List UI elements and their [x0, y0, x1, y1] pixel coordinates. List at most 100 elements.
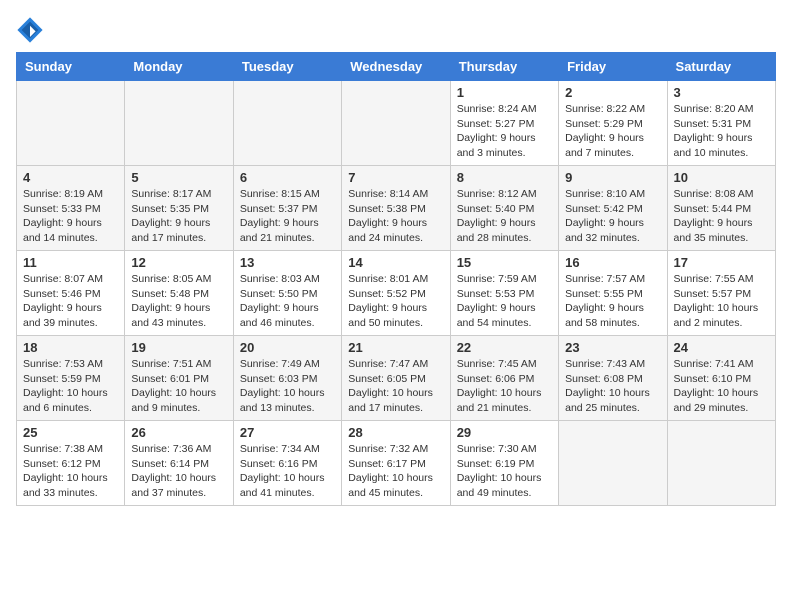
- calendar-cell: 3 Sunrise: 8:20 AM Sunset: 5:31 PM Daylig…: [667, 81, 775, 166]
- day-number: 7: [348, 170, 443, 185]
- day-number: 23: [565, 340, 660, 355]
- day-info: Sunrise: 8:20 AM Sunset: 5:31 PM Dayligh…: [674, 102, 769, 161]
- day-info: Sunrise: 7:47 AM Sunset: 6:05 PM Dayligh…: [348, 357, 443, 416]
- day-number: 18: [23, 340, 118, 355]
- calendar-cell: 5 Sunrise: 8:17 AM Sunset: 5:35 PM Daylig…: [125, 166, 233, 251]
- day-info: Sunrise: 7:55 AM Sunset: 5:57 PM Dayligh…: [674, 272, 769, 331]
- day-number: 3: [674, 85, 769, 100]
- header-saturday: Saturday: [667, 53, 775, 81]
- header-friday: Friday: [559, 53, 667, 81]
- day-info: Sunrise: 7:38 AM Sunset: 6:12 PM Dayligh…: [23, 442, 118, 501]
- calendar-cell: [342, 81, 450, 166]
- day-info: Sunrise: 7:43 AM Sunset: 6:08 PM Dayligh…: [565, 357, 660, 416]
- calendar-cell: 9 Sunrise: 8:10 AM Sunset: 5:42 PM Daylig…: [559, 166, 667, 251]
- calendar-cell: 27 Sunrise: 7:34 AM Sunset: 6:16 PM Dayli…: [233, 421, 341, 506]
- calendar-cell: 22 Sunrise: 7:45 AM Sunset: 6:06 PM Dayli…: [450, 336, 558, 421]
- day-number: 21: [348, 340, 443, 355]
- calendar-cell: 19 Sunrise: 7:51 AM Sunset: 6:01 PM Dayli…: [125, 336, 233, 421]
- calendar-week-row: 11 Sunrise: 8:07 AM Sunset: 5:46 PM Dayli…: [17, 251, 776, 336]
- calendar-week-row: 4Sunrise: 8:19 AM Sunset: 5:33 PM Daylig…: [17, 166, 776, 251]
- day-number: 10: [674, 170, 769, 185]
- header-wednesday: Wednesday: [342, 53, 450, 81]
- day-info: Sunrise: 8:22 AM Sunset: 5:29 PM Dayligh…: [565, 102, 660, 161]
- day-info: Sunrise: 8:15 AM Sunset: 5:37 PM Dayligh…: [240, 187, 335, 246]
- calendar-cell: 25 Sunrise: 7:38 AM Sunset: 6:12 PM Dayli…: [17, 421, 125, 506]
- day-number: 5: [131, 170, 226, 185]
- day-number: 19: [131, 340, 226, 355]
- day-info: Sunrise: 7:51 AM Sunset: 6:01 PM Dayligh…: [131, 357, 226, 416]
- day-number: 17: [674, 255, 769, 270]
- calendar-cell: [233, 81, 341, 166]
- day-info: Sunrise: 7:34 AM Sunset: 6:16 PM Dayligh…: [240, 442, 335, 501]
- day-number: 13: [240, 255, 335, 270]
- calendar-cell: 15Sunrise: 7:59 AM Sunset: 5:53 PM Dayli…: [450, 251, 558, 336]
- day-number: 11: [23, 255, 118, 270]
- calendar-cell: 13 Sunrise: 8:03 AM Sunset: 5:50 PM Dayli…: [233, 251, 341, 336]
- day-number: 20: [240, 340, 335, 355]
- day-info: Sunrise: 8:17 AM Sunset: 5:35 PM Dayligh…: [131, 187, 226, 246]
- calendar-week-row: 18 Sunrise: 7:53 AM Sunset: 5:59 PM Dayli…: [17, 336, 776, 421]
- day-number: 26: [131, 425, 226, 440]
- day-number: 24: [674, 340, 769, 355]
- calendar-cell: 2 Sunrise: 8:22 AM Sunset: 5:29 PM Daylig…: [559, 81, 667, 166]
- day-info: Sunrise: 7:36 AM Sunset: 6:14 PM Dayligh…: [131, 442, 226, 501]
- day-number: 22: [457, 340, 552, 355]
- day-info: Sunrise: 7:32 AM Sunset: 6:17 PM Dayligh…: [348, 442, 443, 501]
- day-info: Sunrise: 8:24 AM Sunset: 5:27 PM Dayligh…: [457, 102, 552, 161]
- calendar-cell: [559, 421, 667, 506]
- calendar-week-row: 25 Sunrise: 7:38 AM Sunset: 6:12 PM Dayli…: [17, 421, 776, 506]
- logo-icon: [16, 16, 44, 44]
- calendar-table: SundayMondayTuesdayWednesdayThursdayFrid…: [16, 52, 776, 506]
- calendar-cell: 29 Sunrise: 7:30 AM Sunset: 6:19 PM Dayli…: [450, 421, 558, 506]
- header-sunday: Sunday: [17, 53, 125, 81]
- day-number: 16: [565, 255, 660, 270]
- calendar-header-row: SundayMondayTuesdayWednesdayThursdayFrid…: [17, 53, 776, 81]
- day-number: 25: [23, 425, 118, 440]
- day-info: Sunrise: 7:41 AM Sunset: 6:10 PM Dayligh…: [674, 357, 769, 416]
- day-number: 15: [457, 255, 552, 270]
- day-number: 29: [457, 425, 552, 440]
- day-info: Sunrise: 7:45 AM Sunset: 6:06 PM Dayligh…: [457, 357, 552, 416]
- day-info: Sunrise: 7:53 AM Sunset: 5:59 PM Dayligh…: [23, 357, 118, 416]
- calendar-cell: 12Sunrise: 8:05 AM Sunset: 5:48 PM Dayli…: [125, 251, 233, 336]
- calendar-cell: [125, 81, 233, 166]
- calendar-cell: [667, 421, 775, 506]
- calendar-cell: 7 Sunrise: 8:14 AM Sunset: 5:38 PM Daylig…: [342, 166, 450, 251]
- day-number: 4: [23, 170, 118, 185]
- header-monday: Monday: [125, 53, 233, 81]
- day-number: 14: [348, 255, 443, 270]
- calendar-cell: 17 Sunrise: 7:55 AM Sunset: 5:57 PM Dayli…: [667, 251, 775, 336]
- day-info: Sunrise: 8:14 AM Sunset: 5:38 PM Dayligh…: [348, 187, 443, 246]
- calendar-cell: 20 Sunrise: 7:49 AM Sunset: 6:03 PM Dayli…: [233, 336, 341, 421]
- calendar-cell: 18 Sunrise: 7:53 AM Sunset: 5:59 PM Dayli…: [17, 336, 125, 421]
- day-info: Sunrise: 8:08 AM Sunset: 5:44 PM Dayligh…: [674, 187, 769, 246]
- day-info: Sunrise: 8:10 AM Sunset: 5:42 PM Dayligh…: [565, 187, 660, 246]
- day-number: 27: [240, 425, 335, 440]
- calendar-cell: 8 Sunrise: 8:12 AM Sunset: 5:40 PM Daylig…: [450, 166, 558, 251]
- calendar-cell: 4Sunrise: 8:19 AM Sunset: 5:33 PM Daylig…: [17, 166, 125, 251]
- calendar-cell: 6 Sunrise: 8:15 AM Sunset: 5:37 PM Daylig…: [233, 166, 341, 251]
- calendar-cell: 26 Sunrise: 7:36 AM Sunset: 6:14 PM Dayli…: [125, 421, 233, 506]
- day-number: 6: [240, 170, 335, 185]
- day-info: Sunrise: 8:03 AM Sunset: 5:50 PM Dayligh…: [240, 272, 335, 331]
- header-thursday: Thursday: [450, 53, 558, 81]
- page-header: [16, 16, 776, 44]
- day-info: Sunrise: 8:01 AM Sunset: 5:52 PM Dayligh…: [348, 272, 443, 331]
- calendar-cell: [17, 81, 125, 166]
- logo: [16, 16, 48, 44]
- day-info: Sunrise: 8:07 AM Sunset: 5:46 PM Dayligh…: [23, 272, 118, 331]
- day-info: Sunrise: 7:49 AM Sunset: 6:03 PM Dayligh…: [240, 357, 335, 416]
- day-info: Sunrise: 8:12 AM Sunset: 5:40 PM Dayligh…: [457, 187, 552, 246]
- header-tuesday: Tuesday: [233, 53, 341, 81]
- calendar-cell: 10 Sunrise: 8:08 AM Sunset: 5:44 PM Dayli…: [667, 166, 775, 251]
- calendar-cell: 21 Sunrise: 7:47 AM Sunset: 6:05 PM Dayli…: [342, 336, 450, 421]
- day-info: Sunrise: 7:30 AM Sunset: 6:19 PM Dayligh…: [457, 442, 552, 501]
- day-number: 9: [565, 170, 660, 185]
- calendar-cell: 14 Sunrise: 8:01 AM Sunset: 5:52 PM Dayli…: [342, 251, 450, 336]
- calendar-week-row: 1 Sunrise: 8:24 AM Sunset: 5:27 PM Daylig…: [17, 81, 776, 166]
- day-number: 1: [457, 85, 552, 100]
- day-number: 8: [457, 170, 552, 185]
- day-number: 12: [131, 255, 226, 270]
- day-number: 2: [565, 85, 660, 100]
- calendar-cell: 24 Sunrise: 7:41 AM Sunset: 6:10 PM Dayli…: [667, 336, 775, 421]
